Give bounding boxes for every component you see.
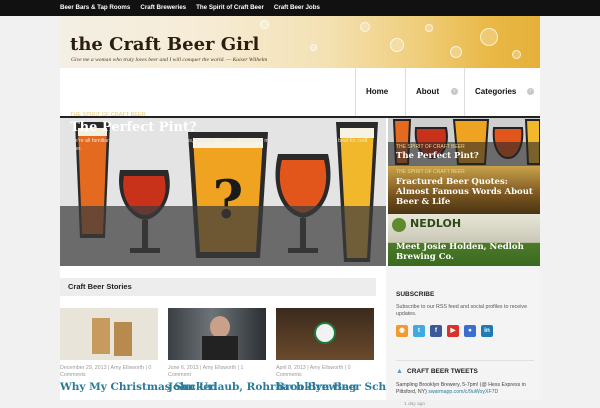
foam-bubble [425,24,433,32]
foam-bubble [390,38,404,52]
nav-categories-label: Categories [475,87,517,96]
flickr-icon[interactable]: ● [464,325,476,337]
nav-about[interactable]: About › [405,68,464,116]
facebook-icon[interactable]: f [430,325,442,337]
side-feature-3-image-text: NEDLOH [410,217,462,230]
story-thumb[interactable] [168,308,266,360]
side-feature-1[interactable]: The Spirit of Craft Beer The Perfect Pin… [388,118,540,166]
story-meta: April 8, 2013 | Amy Ellsworth | 0 Commen… [276,365,351,378]
subscribe-title: SUBSCRIBE [396,291,435,298]
person-body-shape [202,336,238,360]
sidebar-divider [396,360,534,361]
nav-home-label: Home [366,87,389,96]
hero-title[interactable]: The Perfect Pint? [70,120,197,136]
tweet-link[interactable]: swarmapp.com/c/9uWoyXF7D [428,389,498,395]
chevron-right-icon: › [527,88,534,95]
twitter-bird-icon: ▲ [396,368,403,375]
tweets-title: ▲ CRAFT BEER TWEETS [396,368,478,376]
nav-categories[interactable]: Categories › [464,68,540,116]
topnav-craft-breweries[interactable]: Craft Breweries [140,0,186,16]
story-meta: December 29, 2013 | Amy Ellsworth | 0 Co… [60,365,152,378]
story-title[interactable]: Why My Christmas Sucked [60,381,217,393]
subscribe-text: Subscribe to our RSS feed and social pro… [396,304,528,317]
gift-bag-shape [114,322,132,356]
topnav-craft-beer-jobs[interactable]: Craft Beer Jobs [274,0,320,16]
tweet-text: Sampling Brooklyn Brewery, 5-7pm! (@ Hes… [396,382,536,396]
story-thumb[interactable] [60,308,158,360]
tweet-time: 1 day ago [404,402,426,407]
top-nav: Beer Bars & Tap Rooms Craft Breweries Th… [60,0,320,16]
hero-caption-overlay [60,206,386,266]
hero-excerpt: We're all familiar with the standard sha… [70,138,368,152]
site-tagline: Give me a woman who truly loves beer and… [71,57,268,63]
rss-icon[interactable]: ◉ [396,325,408,337]
person-head-shape [210,316,230,338]
side-feature-1-category: The Spirit of Craft Beer [396,144,465,150]
gift-bag-shape [92,318,110,354]
foam-bubble [512,50,521,59]
foam-bubble [450,46,462,58]
side-feature-3[interactable]: NEDLOH Meet Josie Holden, Nedloh Brewing… [388,214,540,266]
site-header: the Craft Beer Girl Give me a woman who … [60,16,540,68]
foam-bubble [480,28,498,46]
topnav-spirit-of-craft-beer[interactable]: The Spirit of Craft Beer [196,0,264,16]
section-title: Craft Beer Stories [68,282,132,291]
side-feature-2-category: The Spirit of Craft Beer [396,169,465,175]
story-thumb[interactable] [276,308,374,360]
side-feature-3-title[interactable]: Meet Josie Holden, Nedloh Brewing Co. [396,242,538,262]
chevron-right-icon: › [451,88,458,95]
nedloh-logo-icon [392,218,406,232]
story-title[interactable]: Brooklyn Beer School [276,381,404,393]
side-feature-1-title[interactable]: The Perfect Pint? [396,151,538,161]
page-wrapper: the Craft Beer Girl Give me a woman who … [60,16,540,407]
twitter-icon[interactable]: t [413,325,425,337]
site-logo[interactable]: the Craft Beer Girl [70,36,259,54]
story-title[interactable]: John Urlaub, Rohrbach Brewing [168,381,356,393]
nav-about-label: About [416,87,440,96]
main-nav: Home About › Categories › [355,68,540,116]
story-meta: June 6, 2013 | Amy Ellsworth | 1 Comment [168,365,244,378]
nav-home[interactable]: Home [355,68,405,116]
foam-bubble [260,20,269,29]
youtube-icon[interactable]: ▶ [447,325,459,337]
foam-bubble [310,44,317,51]
brooklyn-logo-icon [314,322,336,344]
linkedin-icon[interactable]: in [481,325,493,337]
tweets-title-label: CRAFT BEER TWEETS [407,368,478,375]
side-feature-2-title[interactable]: Fractured Beer Quotes: Almost Famous Wor… [396,177,538,207]
topnav-beer-bars[interactable]: Beer Bars & Tap Rooms [60,0,130,16]
social-icons: ◉ t f ▶ ● in [396,325,493,337]
side-feature-2[interactable]: The Spirit of Craft Beer Fractured Beer … [388,166,540,214]
hero-category[interactable]: The Spirit of Craft Beer [70,112,146,119]
foam-bubble [360,22,370,32]
